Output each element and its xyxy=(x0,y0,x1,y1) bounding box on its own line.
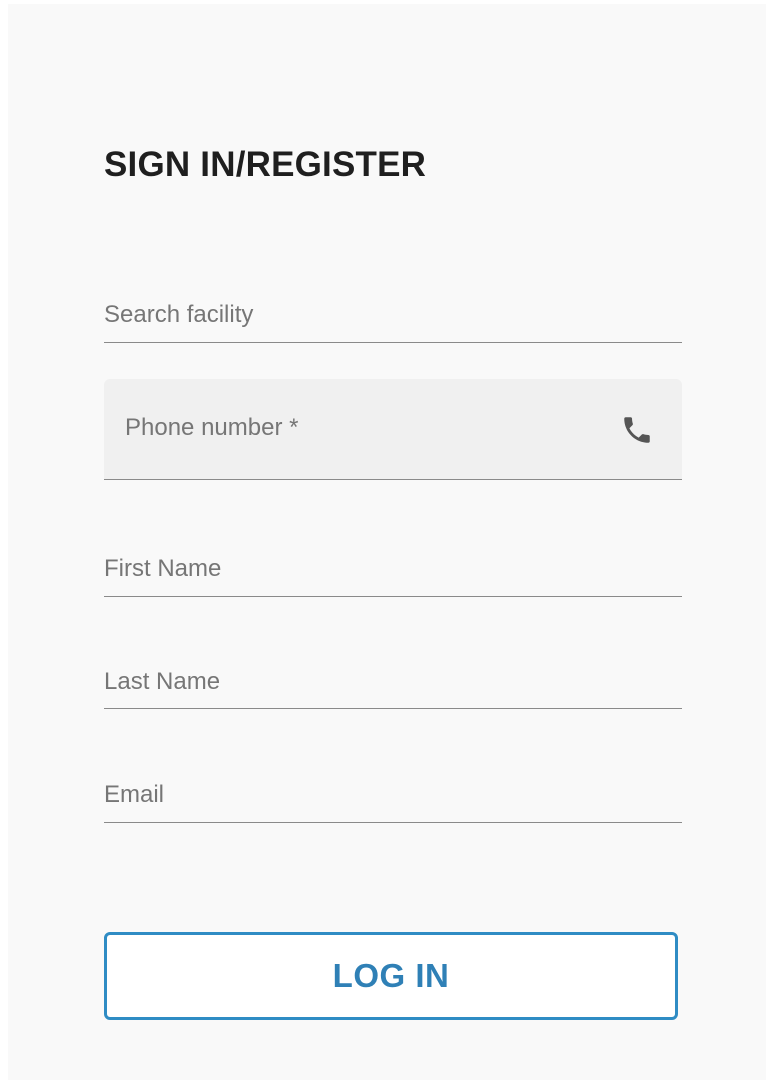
last-name-label: Last Name xyxy=(104,668,221,695)
phone-icon xyxy=(620,413,654,447)
login-panel: SIGN IN/REGISTER Search facility Phone n… xyxy=(8,4,766,1080)
search-facility-label: Search facility xyxy=(104,301,254,328)
email-field[interactable]: Email xyxy=(104,775,682,823)
phone-number-label: Phone number * xyxy=(125,414,299,441)
search-facility-field[interactable]: Search facility xyxy=(104,294,682,343)
first-name-field[interactable]: First Name xyxy=(104,548,682,597)
page-title: SIGN IN/REGISTER xyxy=(104,145,427,184)
first-name-label: First Name xyxy=(104,555,222,582)
email-label: Email xyxy=(104,781,165,808)
login-button[interactable]: LOG IN xyxy=(104,932,678,1020)
last-name-field[interactable]: Last Name xyxy=(104,662,682,709)
phone-number-field[interactable]: Phone number * xyxy=(104,379,682,480)
